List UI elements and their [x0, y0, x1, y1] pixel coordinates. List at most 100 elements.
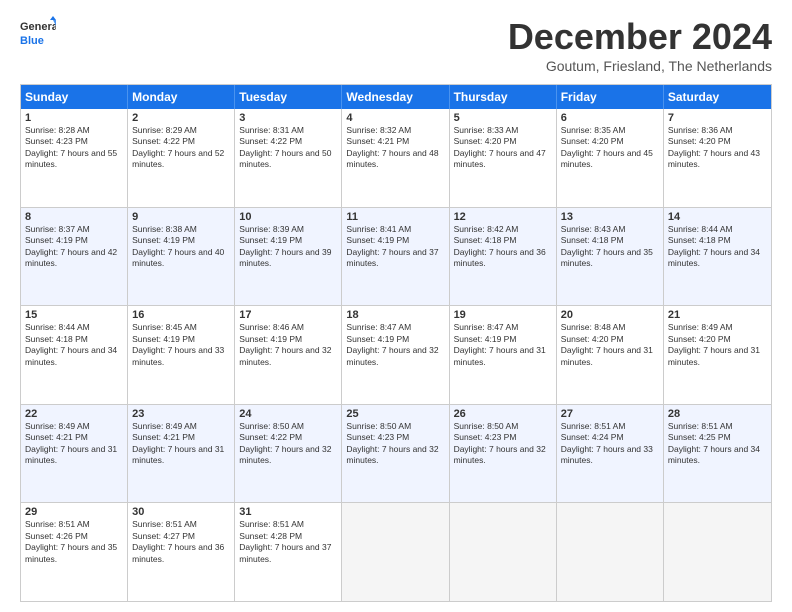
cell-info: Sunrise: 8:47 AM Sunset: 4:19 PM Dayligh… [346, 322, 444, 368]
day-number: 9 [132, 211, 230, 223]
cell-info: Sunrise: 8:48 AM Sunset: 4:20 PM Dayligh… [561, 322, 659, 368]
cell-info: Sunrise: 8:39 AM Sunset: 4:19 PM Dayligh… [239, 224, 337, 270]
day-number: 16 [132, 309, 230, 321]
cell-info: Sunrise: 8:44 AM Sunset: 4:18 PM Dayligh… [668, 224, 767, 270]
week-row-4: 22 Sunrise: 8:49 AM Sunset: 4:21 PM Dayl… [21, 404, 771, 503]
day-number: 26 [454, 408, 552, 420]
day-cell-23: 23 Sunrise: 8:49 AM Sunset: 4:21 PM Dayl… [128, 405, 235, 503]
day-cell-28: 28 Sunrise: 8:51 AM Sunset: 4:25 PM Dayl… [664, 405, 771, 503]
day-number: 11 [346, 211, 444, 223]
cell-info: Sunrise: 8:33 AM Sunset: 4:20 PM Dayligh… [454, 125, 552, 171]
day-cell-29: 29 Sunrise: 8:51 AM Sunset: 4:26 PM Dayl… [21, 503, 128, 601]
day-cell-14: 14 Sunrise: 8:44 AM Sunset: 4:18 PM Dayl… [664, 208, 771, 306]
day-number: 27 [561, 408, 659, 420]
page: General Blue December 2024 Goutum, Fries… [0, 0, 792, 612]
cell-info: Sunrise: 8:28 AM Sunset: 4:23 PM Dayligh… [25, 125, 123, 171]
cell-info: Sunrise: 8:29 AM Sunset: 4:22 PM Dayligh… [132, 125, 230, 171]
cell-info: Sunrise: 8:42 AM Sunset: 4:18 PM Dayligh… [454, 224, 552, 270]
day-cell-15: 15 Sunrise: 8:44 AM Sunset: 4:18 PM Dayl… [21, 306, 128, 404]
day-cell-30: 30 Sunrise: 8:51 AM Sunset: 4:27 PM Dayl… [128, 503, 235, 601]
cell-info: Sunrise: 8:49 AM Sunset: 4:21 PM Dayligh… [25, 421, 123, 467]
week-row-5: 29 Sunrise: 8:51 AM Sunset: 4:26 PM Dayl… [21, 502, 771, 601]
day-number: 15 [25, 309, 123, 321]
location: Goutum, Friesland, The Netherlands [508, 58, 772, 74]
day-cell-17: 17 Sunrise: 8:46 AM Sunset: 4:19 PM Dayl… [235, 306, 342, 404]
cell-info: Sunrise: 8:35 AM Sunset: 4:20 PM Dayligh… [561, 125, 659, 171]
day-number: 5 [454, 112, 552, 124]
cell-info: Sunrise: 8:31 AM Sunset: 4:22 PM Dayligh… [239, 125, 337, 171]
day-number: 10 [239, 211, 337, 223]
day-cell-20: 20 Sunrise: 8:48 AM Sunset: 4:20 PM Dayl… [557, 306, 664, 404]
day-cell-5: 5 Sunrise: 8:33 AM Sunset: 4:20 PM Dayli… [450, 109, 557, 207]
day-cell-26: 26 Sunrise: 8:50 AM Sunset: 4:23 PM Dayl… [450, 405, 557, 503]
logo: General Blue [20, 16, 56, 52]
calendar-header: SundayMondayTuesdayWednesdayThursdayFrid… [21, 85, 771, 109]
header-day-tuesday: Tuesday [235, 85, 342, 109]
svg-text:General: General [20, 21, 56, 33]
cell-info: Sunrise: 8:50 AM Sunset: 4:23 PM Dayligh… [346, 421, 444, 467]
day-number: 29 [25, 506, 123, 518]
day-cell-21: 21 Sunrise: 8:49 AM Sunset: 4:20 PM Dayl… [664, 306, 771, 404]
cell-info: Sunrise: 8:43 AM Sunset: 4:18 PM Dayligh… [561, 224, 659, 270]
empty-cell-4-6 [664, 503, 771, 601]
day-number: 23 [132, 408, 230, 420]
day-cell-6: 6 Sunrise: 8:35 AM Sunset: 4:20 PM Dayli… [557, 109, 664, 207]
cell-info: Sunrise: 8:32 AM Sunset: 4:21 PM Dayligh… [346, 125, 444, 171]
cell-info: Sunrise: 8:36 AM Sunset: 4:20 PM Dayligh… [668, 125, 767, 171]
week-row-2: 8 Sunrise: 8:37 AM Sunset: 4:19 PM Dayli… [21, 207, 771, 306]
day-cell-12: 12 Sunrise: 8:42 AM Sunset: 4:18 PM Dayl… [450, 208, 557, 306]
day-cell-10: 10 Sunrise: 8:39 AM Sunset: 4:19 PM Dayl… [235, 208, 342, 306]
month-title: December 2024 [508, 16, 772, 58]
day-cell-4: 4 Sunrise: 8:32 AM Sunset: 4:21 PM Dayli… [342, 109, 449, 207]
day-number: 7 [668, 112, 767, 124]
cell-info: Sunrise: 8:41 AM Sunset: 4:19 PM Dayligh… [346, 224, 444, 270]
empty-cell-4-3 [342, 503, 449, 601]
day-number: 3 [239, 112, 337, 124]
day-cell-24: 24 Sunrise: 8:50 AM Sunset: 4:22 PM Dayl… [235, 405, 342, 503]
day-cell-19: 19 Sunrise: 8:47 AM Sunset: 4:19 PM Dayl… [450, 306, 557, 404]
cell-info: Sunrise: 8:46 AM Sunset: 4:19 PM Dayligh… [239, 322, 337, 368]
header: General Blue December 2024 Goutum, Fries… [20, 16, 772, 74]
day-cell-18: 18 Sunrise: 8:47 AM Sunset: 4:19 PM Dayl… [342, 306, 449, 404]
cell-info: Sunrise: 8:38 AM Sunset: 4:19 PM Dayligh… [132, 224, 230, 270]
day-number: 25 [346, 408, 444, 420]
cell-info: Sunrise: 8:37 AM Sunset: 4:19 PM Dayligh… [25, 224, 123, 270]
logo-svg: General Blue [20, 16, 56, 52]
day-cell-27: 27 Sunrise: 8:51 AM Sunset: 4:24 PM Dayl… [557, 405, 664, 503]
day-number: 4 [346, 112, 444, 124]
day-number: 2 [132, 112, 230, 124]
day-number: 13 [561, 211, 659, 223]
cell-info: Sunrise: 8:51 AM Sunset: 4:27 PM Dayligh… [132, 519, 230, 565]
day-cell-8: 8 Sunrise: 8:37 AM Sunset: 4:19 PM Dayli… [21, 208, 128, 306]
day-number: 20 [561, 309, 659, 321]
header-day-sunday: Sunday [21, 85, 128, 109]
day-cell-1: 1 Sunrise: 8:28 AM Sunset: 4:23 PM Dayli… [21, 109, 128, 207]
day-cell-31: 31 Sunrise: 8:51 AM Sunset: 4:28 PM Dayl… [235, 503, 342, 601]
calendar: SundayMondayTuesdayWednesdayThursdayFrid… [20, 84, 772, 602]
title-block: December 2024 Goutum, Friesland, The Net… [508, 16, 772, 74]
day-cell-16: 16 Sunrise: 8:45 AM Sunset: 4:19 PM Dayl… [128, 306, 235, 404]
day-cell-9: 9 Sunrise: 8:38 AM Sunset: 4:19 PM Dayli… [128, 208, 235, 306]
day-cell-25: 25 Sunrise: 8:50 AM Sunset: 4:23 PM Dayl… [342, 405, 449, 503]
day-number: 24 [239, 408, 337, 420]
cell-info: Sunrise: 8:51 AM Sunset: 4:24 PM Dayligh… [561, 421, 659, 467]
header-day-monday: Monday [128, 85, 235, 109]
day-number: 30 [132, 506, 230, 518]
empty-cell-4-5 [557, 503, 664, 601]
day-number: 17 [239, 309, 337, 321]
cell-info: Sunrise: 8:51 AM Sunset: 4:28 PM Dayligh… [239, 519, 337, 565]
day-number: 6 [561, 112, 659, 124]
day-number: 19 [454, 309, 552, 321]
cell-info: Sunrise: 8:50 AM Sunset: 4:22 PM Dayligh… [239, 421, 337, 467]
cell-info: Sunrise: 8:49 AM Sunset: 4:21 PM Dayligh… [132, 421, 230, 467]
day-number: 14 [668, 211, 767, 223]
day-cell-22: 22 Sunrise: 8:49 AM Sunset: 4:21 PM Dayl… [21, 405, 128, 503]
header-day-friday: Friday [557, 85, 664, 109]
week-row-1: 1 Sunrise: 8:28 AM Sunset: 4:23 PM Dayli… [21, 109, 771, 207]
cell-info: Sunrise: 8:50 AM Sunset: 4:23 PM Dayligh… [454, 421, 552, 467]
logo-graphic: General Blue [20, 16, 56, 52]
day-cell-7: 7 Sunrise: 8:36 AM Sunset: 4:20 PM Dayli… [664, 109, 771, 207]
header-day-wednesday: Wednesday [342, 85, 449, 109]
empty-cell-4-4 [450, 503, 557, 601]
day-number: 28 [668, 408, 767, 420]
